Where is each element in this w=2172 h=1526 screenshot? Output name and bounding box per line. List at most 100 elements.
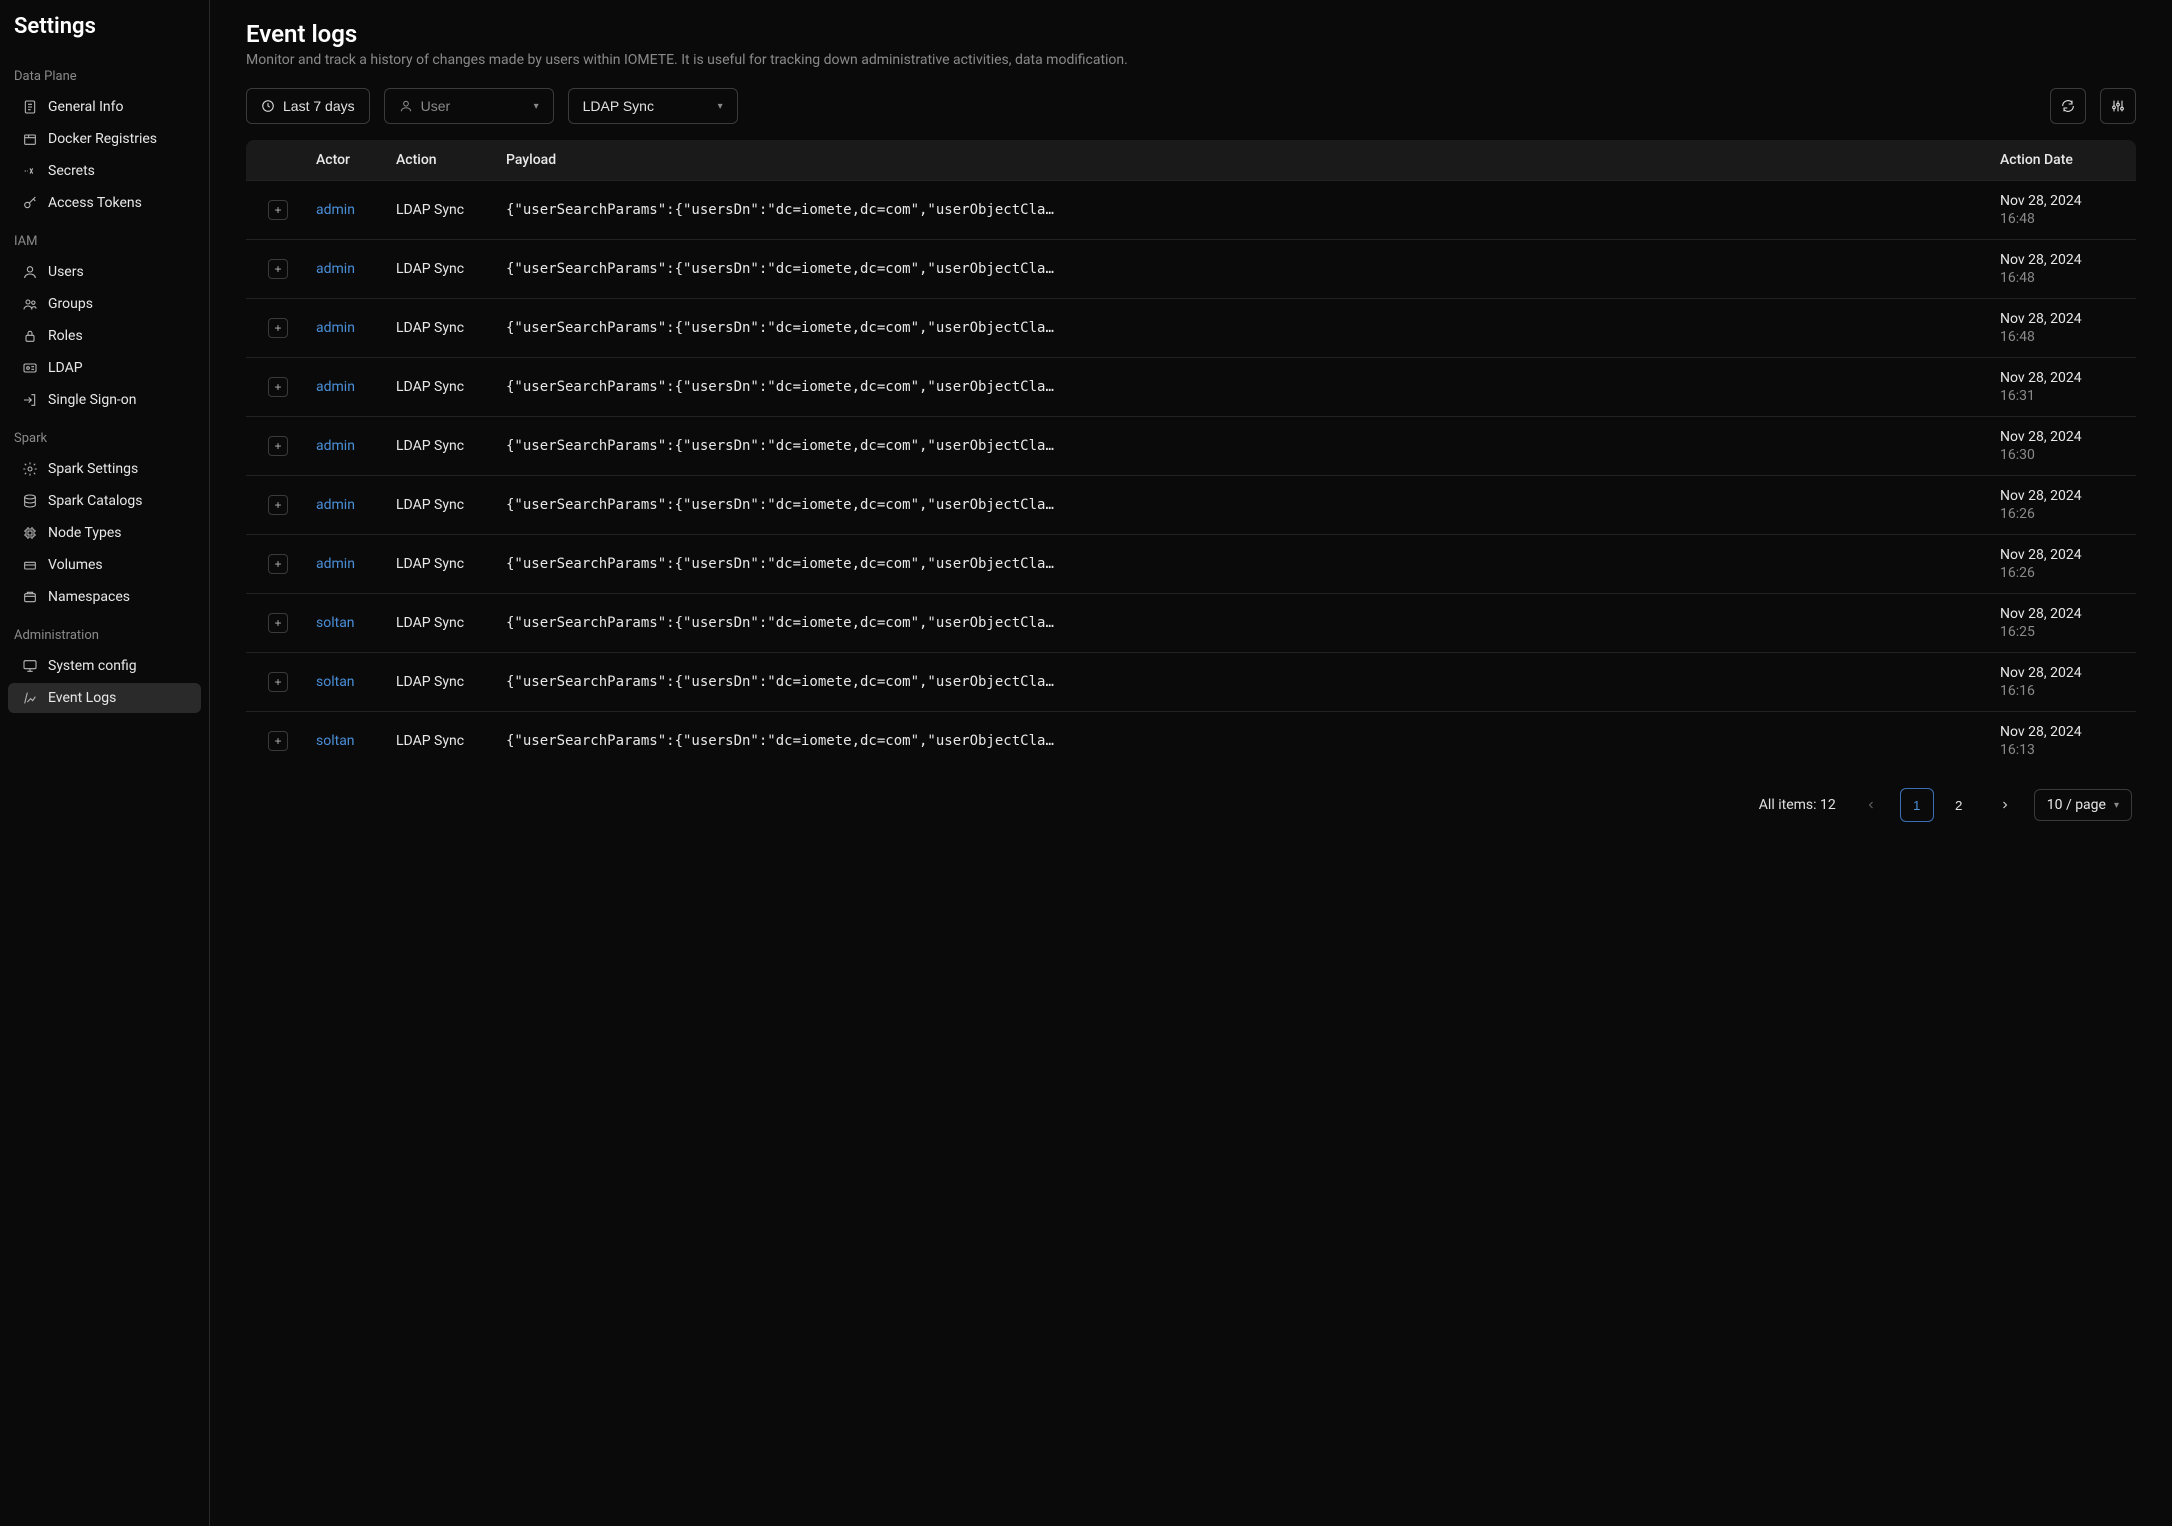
table-row: + soltan LDAP Sync{"userSearchParams":{"us…	[246, 594, 2136, 653]
action-cell: LDAP Sync	[382, 594, 492, 653]
page-size-label: 10 / page	[2047, 797, 2106, 813]
user-filter[interactable]: User ▾	[384, 88, 554, 124]
sidebar-item-single-sign-on[interactable]: Single Sign-on	[8, 385, 201, 415]
actor-link[interactable]: admin	[316, 556, 355, 572]
sidebar-section-label: Administration	[0, 614, 209, 649]
sidebar-item-users[interactable]: Users	[8, 257, 201, 287]
table-row: +adminLDAP Sync{"userSearchParams":{"use…	[246, 417, 2136, 476]
expand-row-button[interactable]: +	[268, 436, 288, 456]
sidebar-item-groups[interactable]: Groups	[8, 289, 201, 319]
action-cell: LDAP Sync	[382, 358, 492, 417]
group-icon	[22, 296, 38, 312]
payload-cell: {"userSearchParams":{"usersDn":"dc=iomet…	[492, 594, 1986, 653]
action-cell: LDAP Sync	[382, 535, 492, 594]
chevron-down-icon: ▾	[718, 101, 723, 112]
date-range-filter[interactable]: Last 7 days	[246, 88, 370, 124]
page-title: Event logs	[246, 20, 2136, 48]
key-icon	[22, 195, 38, 211]
sidebar-item-label: System config	[48, 658, 137, 674]
expand-row-button[interactable]: +	[268, 554, 288, 574]
sidebar-item-label: LDAP	[48, 360, 83, 376]
sidebar-item-system-config[interactable]: System config	[8, 651, 201, 681]
pagination-summary: All items: 12	[1759, 797, 1836, 813]
payload-cell: {"userSearchParams":{"usersDn":"dc=iomet…	[492, 417, 1986, 476]
expand-row-button[interactable]: +	[268, 613, 288, 633]
refresh-button[interactable]	[2050, 88, 2086, 124]
box-icon	[22, 131, 38, 147]
expand-row-button[interactable]: +	[268, 318, 288, 338]
actor-link[interactable]: soltan	[316, 733, 355, 749]
action-cell: LDAP Sync	[382, 653, 492, 712]
settings-columns-button[interactable]	[2100, 88, 2136, 124]
table-row: + admin LDAP Sync{"userSearchParams":{"use…	[246, 358, 2136, 417]
table-row: +soltanLDAP Sync{"userSearchParams":{"us…	[246, 712, 2136, 771]
date-cell: Nov 28, 202416:16	[1986, 653, 2136, 712]
page-size-select[interactable]: 10 / page ▾	[2034, 789, 2132, 821]
expand-row-button[interactable]: +	[268, 731, 288, 751]
table-row: +adminLDAP Sync{"userSearchParams":{"use…	[246, 535, 2136, 594]
filter-bar: Last 7 days User ▾ LDAP Sync ▾	[246, 88, 2136, 124]
sidebar-item-secrets[interactable]: Secrets	[8, 156, 201, 186]
expand-row-button[interactable]: +	[268, 259, 288, 279]
sidebar-item-ldap[interactable]: LDAP	[8, 353, 201, 383]
table-row: + admin LDAP Sync{"userSearchParams":{"use…	[246, 181, 2136, 240]
payload-cell: {"userSearchParams":{"usersDn":"dc=iomet…	[492, 181, 1986, 240]
actor-link[interactable]: admin	[316, 438, 355, 454]
lock-icon	[22, 328, 38, 344]
sidebar-item-spark-catalogs[interactable]: Spark Catalogs	[8, 486, 201, 516]
namespace-icon	[22, 589, 38, 605]
gear-icon	[22, 461, 38, 477]
sidebar-item-label: Node Types	[48, 525, 122, 541]
chevron-down-icon: ▾	[534, 101, 539, 112]
date-cell: Nov 28, 202416:26	[1986, 476, 2136, 535]
action-cell: LDAP Sync	[382, 181, 492, 240]
actor-link[interactable]: admin	[316, 202, 355, 218]
sidebar-item-label: Spark Settings	[48, 461, 138, 477]
main-content: Event logs Monitor and track a history o…	[210, 0, 2172, 1526]
prev-page-button[interactable]	[1854, 788, 1888, 822]
sidebar-section-label: Data Plane	[0, 55, 209, 90]
sidebar-item-label: Docker Registries	[48, 131, 157, 147]
expand-row-button[interactable]: +	[268, 672, 288, 692]
actor-link[interactable]: admin	[316, 379, 355, 395]
sidebar-item-namespaces[interactable]: Namespaces	[8, 582, 201, 612]
sidebar-item-label: Roles	[48, 328, 83, 344]
actor-link[interactable]: admin	[316, 497, 355, 513]
actor-link[interactable]: admin	[316, 261, 355, 277]
sidebar-item-node-types[interactable]: Node Types	[8, 518, 201, 548]
payload-cell: {"userSearchParams":{"usersDn":"dc=iomet…	[492, 653, 1986, 712]
sidebar-item-access-tokens[interactable]: Access Tokens	[8, 188, 201, 218]
sidebar-section-label: Spark	[0, 417, 209, 452]
sidebar-item-label: Volumes	[48, 557, 103, 573]
action-cell: LDAP Sync	[382, 240, 492, 299]
sidebar-title: Settings	[0, 14, 209, 55]
page-number-1[interactable]: 1	[1900, 788, 1934, 822]
payload-cell: {"userSearchParams":{"usersDn":"dc=iomet…	[492, 299, 1986, 358]
page-number-2[interactable]: 2	[1942, 788, 1976, 822]
actor-link[interactable]: soltan	[316, 674, 355, 690]
sidebar-item-label: Access Tokens	[48, 195, 142, 211]
file-icon	[22, 99, 38, 115]
sidebar-item-volumes[interactable]: Volumes	[8, 550, 201, 580]
date-range-label: Last 7 days	[283, 98, 355, 114]
date-cell: Nov 28, 202416:48	[1986, 240, 2136, 299]
actor-link[interactable]: soltan	[316, 615, 355, 631]
expand-row-button[interactable]: +	[268, 495, 288, 515]
sidebar: Settings Data PlaneGeneral Info Docker Re…	[0, 0, 210, 1526]
sidebar-item-event-logs[interactable]: Event Logs	[8, 683, 201, 713]
date-cell: Nov 28, 202416:25	[1986, 594, 2136, 653]
sidebar-item-docker-registries[interactable]: Docker Registries	[8, 124, 201, 154]
expand-row-button[interactable]: +	[268, 200, 288, 220]
page-description: Monitor and track a history of changes m…	[246, 52, 2136, 68]
sidebar-item-roles[interactable]: Roles	[8, 321, 201, 351]
volume-icon	[22, 557, 38, 573]
payload-cell: {"userSearchParams":{"usersDn":"dc=iomet…	[492, 358, 1986, 417]
sidebar-item-spark-settings[interactable]: Spark Settings	[8, 454, 201, 484]
payload-cell: {"userSearchParams":{"usersDn":"dc=iomet…	[492, 240, 1986, 299]
expand-row-button[interactable]: +	[268, 377, 288, 397]
sidebar-item-general-info[interactable]: General Info	[8, 92, 201, 122]
event-type-value: LDAP Sync	[583, 98, 654, 114]
actor-link[interactable]: admin	[316, 320, 355, 336]
event-type-filter[interactable]: LDAP Sync ▾	[568, 88, 738, 124]
next-page-button[interactable]	[1988, 788, 2022, 822]
